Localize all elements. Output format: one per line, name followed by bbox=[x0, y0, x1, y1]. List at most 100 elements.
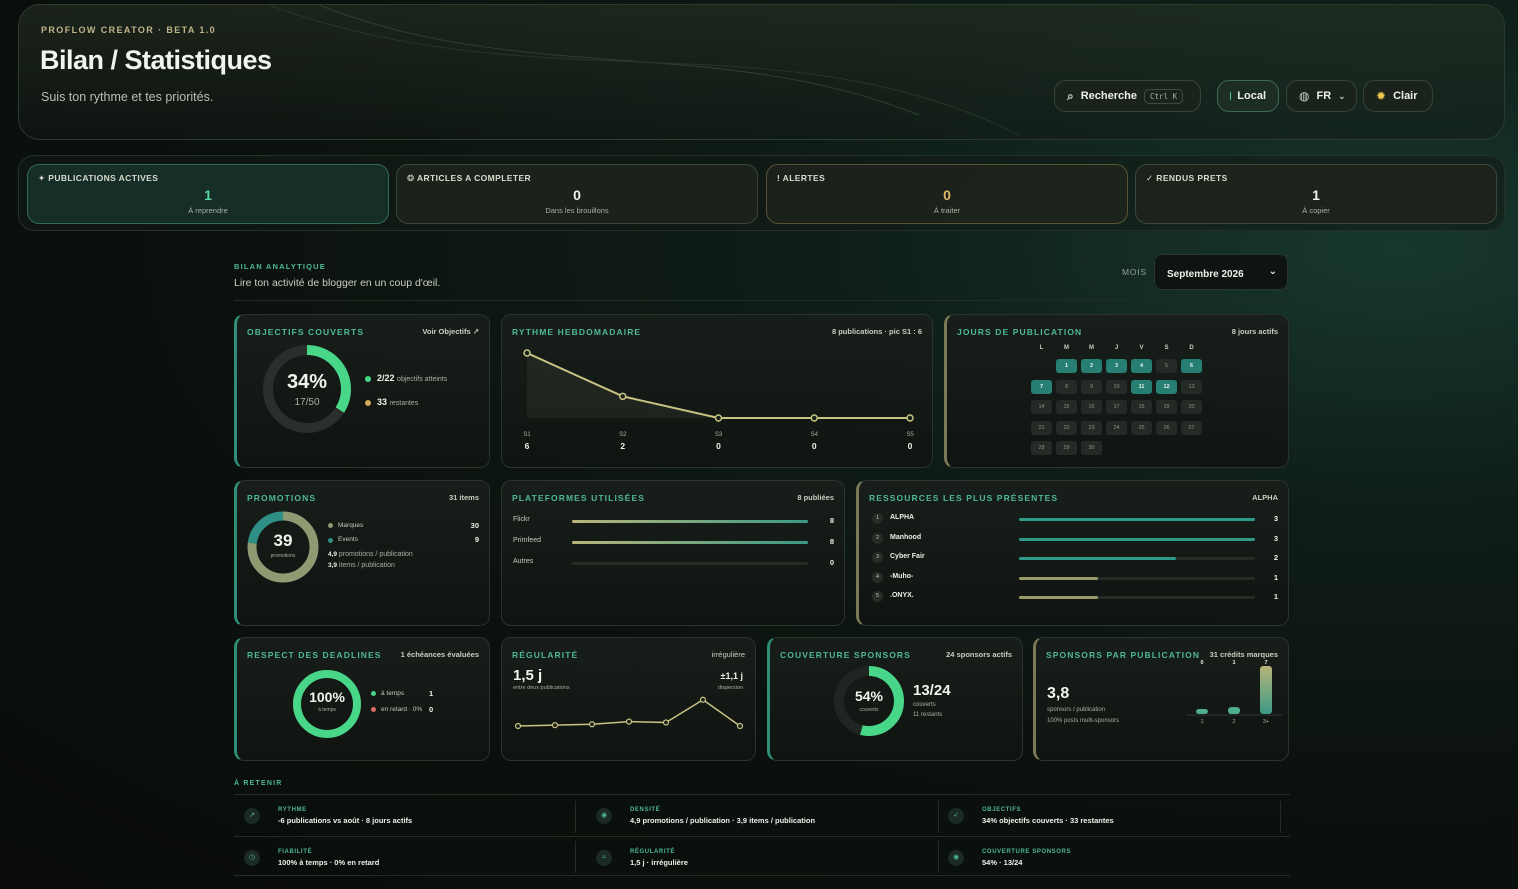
bar-value: 1 bbox=[1273, 592, 1278, 601]
bar-fill bbox=[1019, 518, 1255, 521]
legend-label: à temps bbox=[381, 690, 405, 697]
calendar-day[interactable]: 30 bbox=[1081, 441, 1102, 455]
calendar-day[interactable]: 26 bbox=[1156, 420, 1177, 435]
calendar-day[interactable]: 24 bbox=[1106, 420, 1127, 435]
card-rythme: RYTHME HEBDOMADAIRE 8 publications · pic… bbox=[501, 314, 933, 468]
stat-label: ✦ PUBLICATIONS ACTIVES bbox=[38, 173, 159, 183]
divider bbox=[1280, 801, 1281, 833]
regularite-chart bbox=[514, 696, 744, 730]
calendar-day[interactable]: 7 bbox=[1031, 379, 1052, 394]
calendar-day[interactable]: 18 bbox=[1131, 400, 1152, 414]
calendar-day[interactable]: 9 bbox=[1081, 379, 1102, 394]
stat-card-publications[interactable]: ✦ PUBLICATIONS ACTIVES 1 À reprendre bbox=[27, 164, 389, 224]
search-button[interactable]: ⌕ Recherche Ctrl K bbox=[1054, 80, 1201, 112]
section-description: Lire ton activité de blogger en un coup … bbox=[234, 277, 441, 289]
retenir-icon: ◉ bbox=[596, 808, 612, 824]
sponsors-histogram: 0 1 1 2 7 3+ bbox=[1186, 660, 1282, 725]
stat-value: 0 bbox=[943, 187, 951, 203]
retenir-icon: ↗ bbox=[244, 808, 260, 824]
retenir-item: ↗ RYTHME -6 publications vs août · 8 jours… bbox=[234, 795, 574, 835]
calendar-day[interactable]: 10 bbox=[1106, 379, 1127, 394]
calendar-day[interactable]: 22 bbox=[1056, 420, 1077, 435]
calendar-day[interactable]: 4 bbox=[1131, 359, 1152, 373]
calendar-day[interactable]: 12 bbox=[1156, 379, 1177, 394]
rythme-point bbox=[810, 414, 818, 422]
calendar-day[interactable]: 1 bbox=[1056, 359, 1077, 373]
retenir-key: OBJECTIFS bbox=[982, 807, 1022, 813]
calendar-day[interactable]: 28 bbox=[1031, 441, 1052, 455]
calendar-day[interactable]: 2 bbox=[1081, 359, 1102, 373]
stat-card-alertes[interactable]: ! ALERTES 0 À traiter bbox=[766, 164, 1128, 224]
card-meta: 1 échéances évaluées bbox=[400, 650, 479, 659]
couverture-percent-label: couverts bbox=[859, 707, 879, 713]
calendar-day[interactable]: 27 bbox=[1181, 420, 1202, 435]
histogram-value: 1 bbox=[1232, 660, 1235, 666]
retenir-icon: ✓ bbox=[948, 808, 964, 824]
language-label: FR bbox=[1316, 90, 1332, 102]
legend-value: 1 bbox=[429, 689, 434, 698]
retenir-grid: ↗ RYTHME -6 publications vs août · 8 jours… bbox=[234, 794, 1290, 876]
calendar-day[interactable]: 20 bbox=[1181, 400, 1202, 414]
histogram-value: 7 bbox=[1264, 660, 1267, 666]
card-ressources: RESSOURCES LES PLUS PRÉSENTES ALPHA 1 ALP… bbox=[856, 480, 1289, 626]
retenir-icon: ◉ bbox=[948, 850, 964, 866]
theme-label: Clair bbox=[1393, 90, 1418, 102]
card-title: JOURS DE PUBLICATION bbox=[957, 327, 1083, 337]
stat-value: 0 bbox=[573, 187, 581, 203]
local-toggle[interactable]: Local bbox=[1217, 80, 1279, 112]
calendar-day[interactable]: 3 bbox=[1106, 359, 1127, 373]
retenir-item: ◉ COUVERTURE SPONSORS 54% · 13/24 bbox=[938, 837, 1278, 877]
bar-fill bbox=[1019, 576, 1098, 580]
stat-label: ❂ ARTICLES A COMPLETER bbox=[407, 173, 532, 183]
stat-card-articles[interactable]: ❂ ARTICLES A COMPLETER 0 Dans les brouil… bbox=[396, 164, 758, 224]
calendar-weekday: M bbox=[1064, 345, 1069, 351]
bar-value: 1 bbox=[1273, 572, 1278, 582]
calendar-day[interactable]: 5 bbox=[1156, 359, 1177, 373]
calendar-day[interactable]: 17 bbox=[1106, 400, 1127, 414]
calendar-day[interactable]: 19 bbox=[1156, 400, 1177, 414]
retenir-value: 1,5 j · irrégulière bbox=[630, 858, 688, 867]
language-select[interactable]: ◍ FR ⌄ bbox=[1286, 80, 1357, 112]
retenir-key: COUVERTURE SPONSORS bbox=[982, 849, 1072, 855]
objectifs-percent: 34% bbox=[286, 371, 328, 393]
calendar-day[interactable]: 6 bbox=[1181, 359, 1202, 373]
couverture-percent: 54% bbox=[854, 688, 884, 704]
calendar-weekday: V bbox=[1139, 345, 1144, 351]
calendar-day[interactable]: 16 bbox=[1081, 400, 1102, 414]
bar-value: 0 bbox=[829, 558, 834, 567]
legend-dot bbox=[328, 523, 333, 528]
retenir-icon: ◷ bbox=[244, 850, 260, 866]
retenir-value: 4,9 promotions / publication · 3,9 items… bbox=[630, 816, 816, 825]
retenir-kicker: À RETENIR bbox=[234, 780, 283, 787]
bar-fill bbox=[572, 541, 808, 544]
bar-fill bbox=[1019, 596, 1098, 599]
voir-objectifs-link[interactable]: Voir Objectifs ↗ bbox=[422, 327, 479, 336]
section-kicker: BILAN ANALYTIQUE bbox=[234, 262, 326, 271]
calendar-weekday: S bbox=[1164, 345, 1169, 351]
calendar-day[interactable]: 25 bbox=[1131, 420, 1152, 435]
calendar-day[interactable]: 15 bbox=[1056, 400, 1077, 414]
histogram-value: 0 bbox=[1200, 660, 1203, 666]
promotions-total: 39 bbox=[273, 531, 293, 550]
month-value: Septembre 2026 bbox=[1167, 269, 1244, 280]
legend-dot bbox=[371, 691, 376, 696]
stat-card-rendus[interactable]: ✓ RENDUS PRETS 1 À copier bbox=[1135, 164, 1497, 224]
calendar-day[interactable]: 8 bbox=[1056, 379, 1077, 394]
card-promotions: PROMOTIONS 31 items 39 promotions Marque… bbox=[234, 480, 490, 626]
stat-sub: À traiter bbox=[933, 206, 961, 215]
theme-toggle[interactable]: ✹ Clair bbox=[1363, 80, 1433, 112]
calendar-day[interactable]: 21 bbox=[1031, 420, 1052, 435]
calendar-day[interactable]: 11 bbox=[1131, 379, 1152, 394]
bar-label: Primfeed bbox=[513, 537, 542, 544]
rythme-point bbox=[906, 414, 914, 422]
rank-badge: 1 bbox=[872, 513, 883, 524]
histogram-bar bbox=[1260, 666, 1272, 714]
calendar-day[interactable]: 13 bbox=[1181, 379, 1202, 394]
calendar-day[interactable]: 23 bbox=[1081, 420, 1102, 435]
month-select[interactable]: Septembre 2026 ⌄ bbox=[1154, 254, 1288, 290]
calendar-day[interactable]: 14 bbox=[1031, 400, 1052, 414]
histogram-category: 1 bbox=[1200, 719, 1203, 725]
calendar-day[interactable]: 29 bbox=[1056, 441, 1077, 455]
divider bbox=[575, 801, 576, 833]
rank-badge: 4 bbox=[872, 571, 883, 583]
